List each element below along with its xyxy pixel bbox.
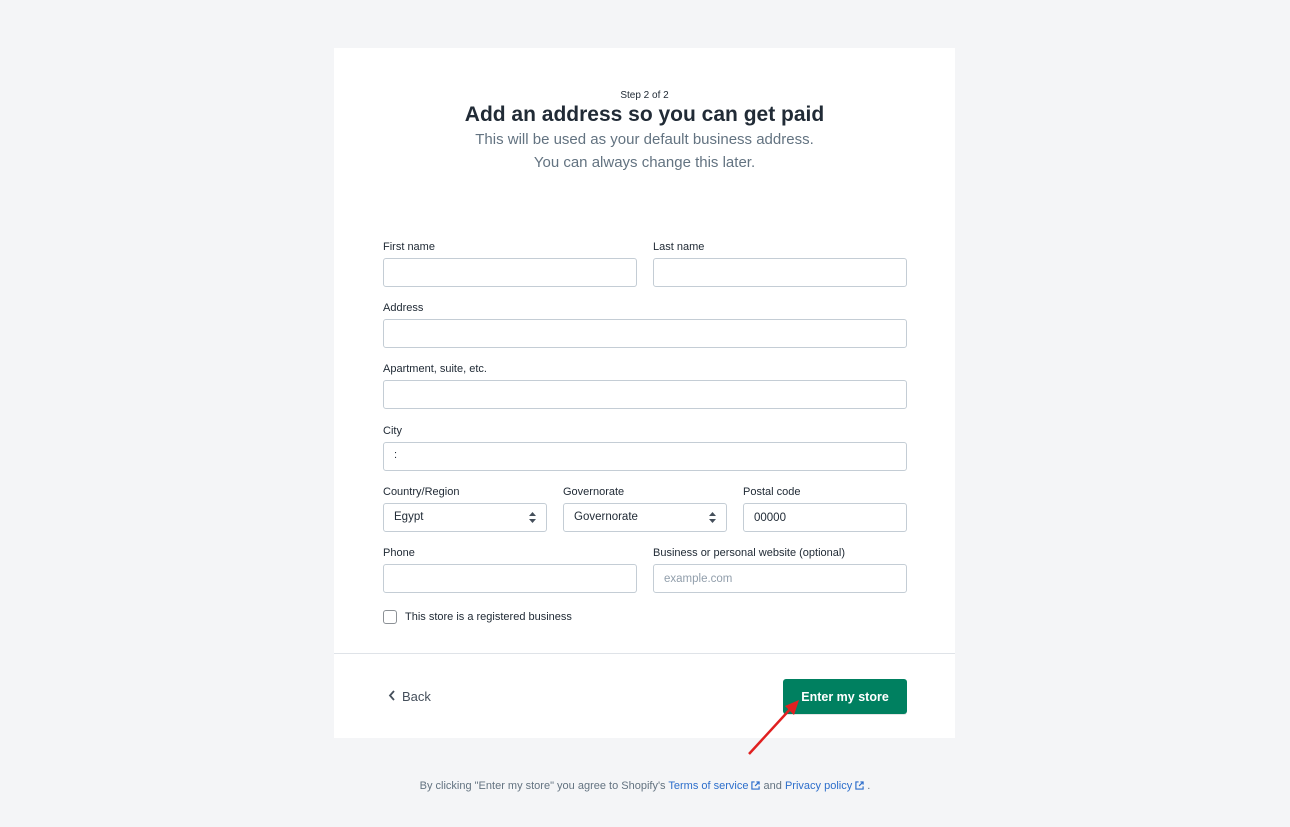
city-value: : — [394, 449, 398, 461]
subtitle-line-2: You can always change this later. — [533, 154, 756, 171]
annotation-arrow-icon — [748, 700, 799, 755]
country-select[interactable]: Egypt — [383, 503, 547, 532]
postal-code-label: Postal code — [743, 486, 801, 498]
country-selected-value: Egypt — [394, 511, 424, 523]
city-label: City — [383, 425, 402, 437]
city-field[interactable]: : — [383, 442, 907, 471]
last-name-field[interactable] — [653, 258, 907, 287]
divider — [334, 653, 955, 654]
apartment-field[interactable] — [383, 380, 907, 409]
registered-business-checkbox[interactable] — [383, 610, 397, 624]
phone-field[interactable] — [383, 564, 637, 593]
governorate-selected-value: Governorate — [574, 511, 638, 523]
address-field[interactable] — [383, 319, 907, 348]
step-indicator: Step 2 of 2 — [620, 90, 669, 101]
last-name-label: Last name — [653, 241, 705, 253]
chevron-left-icon — [388, 690, 395, 701]
external-link-icon — [855, 781, 864, 790]
select-arrows-icon — [709, 512, 716, 523]
first-name-label: First name — [383, 241, 435, 253]
external-link-icon — [751, 781, 761, 790]
subtitle-line-1: This will be used as your default busine… — [475, 131, 814, 148]
website-field[interactable] — [653, 564, 907, 593]
postal-code-field[interactable] — [743, 503, 907, 532]
country-label: Country/Region — [383, 486, 460, 498]
page-title: Add an address so you can get paid — [464, 103, 825, 126]
select-arrows-icon — [529, 512, 536, 523]
terms-of-service-link[interactable]: Terms of service — [668, 780, 761, 792]
address-label: Address — [383, 302, 424, 314]
back-button[interactable]: Back — [388, 689, 431, 704]
setup-card: Step 2 of 2 Add an address so you can ge… — [334, 48, 955, 738]
footer-and: and — [763, 780, 782, 792]
registered-business-label[interactable]: This store is a registered business — [405, 611, 572, 623]
phone-label: Phone — [383, 547, 415, 559]
governorate-label: Governorate — [563, 486, 625, 498]
back-label: Back — [402, 689, 431, 704]
footer-prefix: By clicking "Enter my store" you agree t… — [419, 780, 666, 792]
legal-footer: By clicking "Enter my store" you agree t… — [0, 780, 1290, 792]
first-name-field[interactable] — [383, 258, 637, 287]
website-label: Business or personal website (optional) — [653, 547, 845, 559]
governorate-select[interactable]: Governorate — [563, 503, 727, 532]
apartment-label: Apartment, suite, etc. — [383, 363, 487, 375]
footer-suffix: . — [867, 780, 871, 792]
privacy-policy-link[interactable]: Privacy policy — [785, 780, 864, 792]
